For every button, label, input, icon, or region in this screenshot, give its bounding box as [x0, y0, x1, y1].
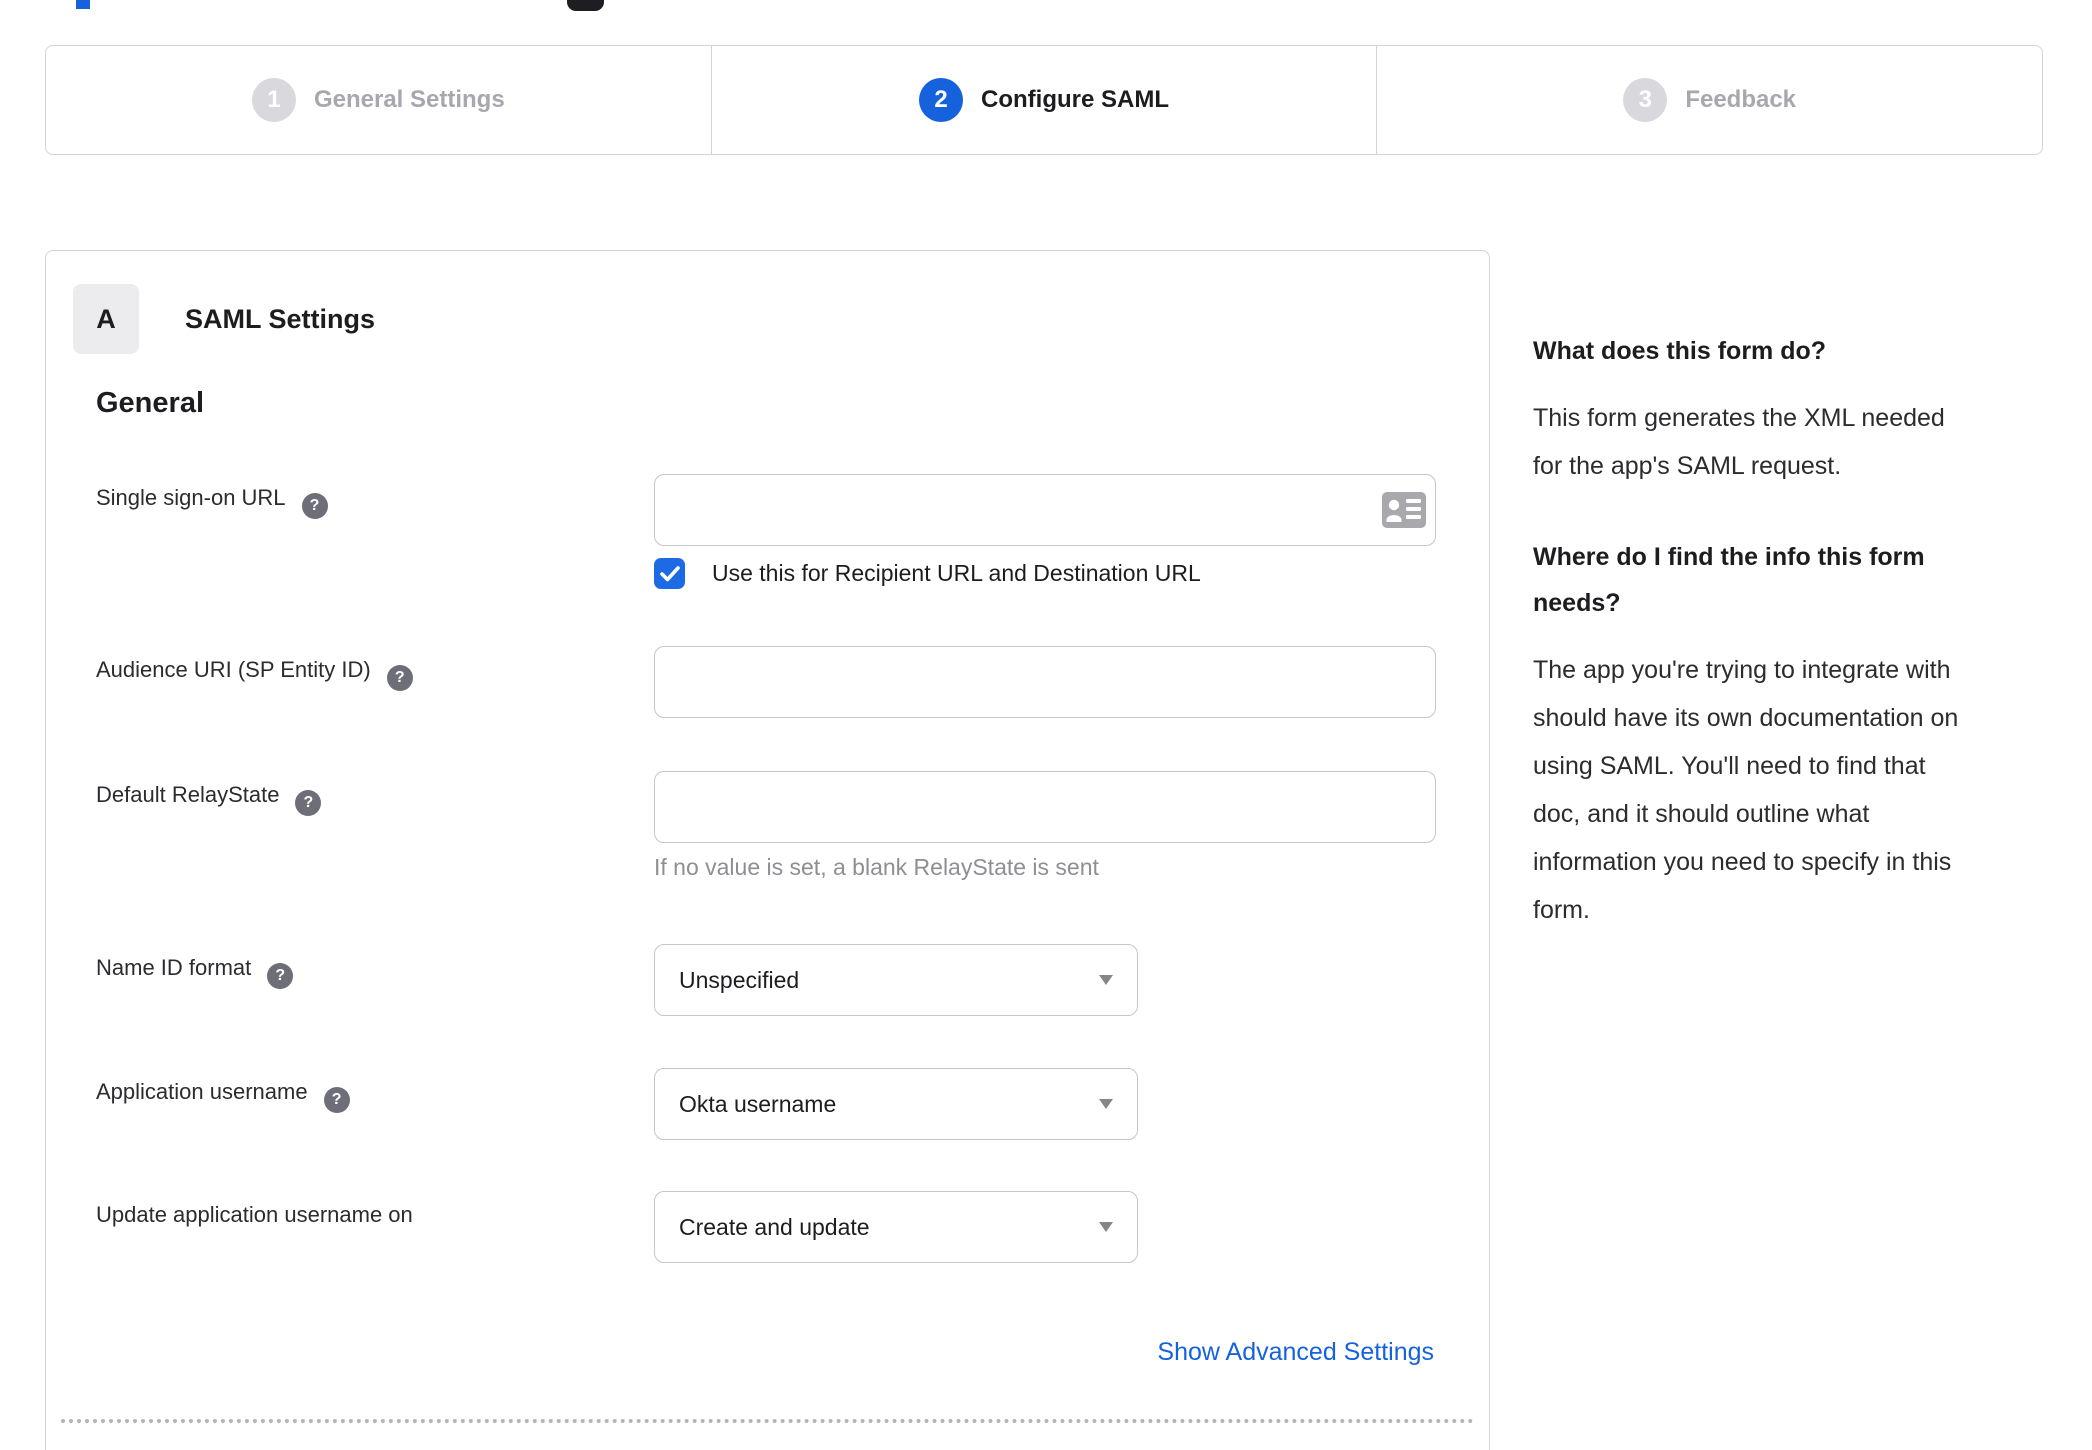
- step-number-badge: 3: [1623, 78, 1668, 122]
- panel-header: A SAML Settings: [73, 284, 375, 354]
- sso-url-label-text: Single sign-on URL: [96, 485, 286, 510]
- audience-uri-label-text: Audience URI (SP Entity ID): [96, 657, 371, 682]
- chevron-down-icon: [1099, 975, 1113, 985]
- saml-settings-panel: A SAML Settings General Single sign-on U…: [45, 250, 1490, 1450]
- panel-title: SAML Settings: [185, 303, 376, 334]
- step-number-badge: 1: [251, 78, 296, 122]
- name-id-format-select[interactable]: Unspecified: [654, 944, 1138, 1016]
- sidebar-heading-what: What does this form do?: [1533, 337, 1827, 365]
- relay-state-label: Default RelayState?: [96, 782, 322, 816]
- section-dotted-divider: [61, 1419, 1474, 1423]
- help-sidebar: What does this form do? This form genera…: [1533, 328, 2038, 934]
- update-username-label-text: Update application username on: [96, 1202, 413, 1227]
- cutoff-blue-title-fragment: [76, 0, 90, 9]
- name-id-format-label: Name ID format?: [96, 955, 294, 989]
- chevron-down-icon: [1099, 1222, 1113, 1232]
- recipient-url-checkbox-label: Use this for Recipient URL and Destinati…: [712, 560, 1201, 586]
- audience-uri-input[interactable]: [654, 646, 1436, 718]
- relay-state-label-text: Default RelayState: [96, 782, 280, 807]
- step-label: Feedback: [1685, 86, 1797, 113]
- sidebar-paragraph-where: The app you're trying to integrate with …: [1533, 656, 1959, 924]
- name-id-format-value: Unspecified: [679, 966, 800, 993]
- app-username-select[interactable]: Okta username: [654, 1068, 1138, 1140]
- recipient-url-checkbox[interactable]: [654, 558, 685, 589]
- relay-state-input[interactable]: [654, 771, 1436, 843]
- step-label: Configure SAML: [981, 86, 1169, 113]
- audience-uri-label: Audience URI (SP Entity ID)?: [96, 657, 413, 691]
- help-icon[interactable]: ?: [301, 493, 328, 519]
- help-icon[interactable]: ?: [295, 790, 322, 816]
- app-username-label-text: Application username: [96, 1079, 308, 1104]
- relay-state-hint: If no value is set, a blank RelayState i…: [654, 854, 1099, 880]
- help-icon[interactable]: ?: [267, 963, 294, 989]
- section-a-badge: A: [73, 284, 139, 354]
- wizard-stepper: 1 General Settings 2 Configure SAML 3 Fe…: [45, 45, 2043, 155]
- sidebar-heading-where: Where do I find the info this form needs…: [1533, 543, 1925, 617]
- name-id-format-label-text: Name ID format: [96, 955, 252, 980]
- show-advanced-settings-link[interactable]: Show Advanced Settings: [1157, 1338, 1434, 1367]
- recipient-url-checkbox-row: Use this for Recipient URL and Destinati…: [654, 558, 1201, 589]
- checkmark-icon: [659, 565, 680, 581]
- cutoff-dark-icon-fragment: [567, 0, 604, 11]
- app-username-label: Application username?: [96, 1079, 350, 1113]
- step-label: General Settings: [313, 86, 505, 113]
- help-icon[interactable]: ?: [323, 1087, 350, 1113]
- step-general-settings[interactable]: 1 General Settings: [46, 46, 711, 154]
- sso-url-input[interactable]: [654, 474, 1436, 546]
- general-section-heading: General: [96, 387, 204, 419]
- chevron-down-icon: [1099, 1099, 1113, 1109]
- step-feedback[interactable]: 3 Feedback: [1376, 46, 2042, 154]
- contact-card-icon[interactable]: [1382, 492, 1426, 528]
- update-username-label: Update application username on: [96, 1202, 413, 1228]
- sidebar-paragraph-what: This form generates the XML needed for t…: [1533, 404, 1945, 480]
- update-username-select[interactable]: Create and update: [654, 1191, 1138, 1263]
- sso-url-label: Single sign-on URL?: [96, 485, 328, 519]
- app-username-value: Okta username: [679, 1090, 837, 1117]
- step-configure-saml[interactable]: 2 Configure SAML: [710, 46, 1377, 154]
- step-number-badge: 2: [919, 78, 964, 122]
- update-username-value: Create and update: [679, 1213, 870, 1240]
- help-icon[interactable]: ?: [386, 665, 413, 691]
